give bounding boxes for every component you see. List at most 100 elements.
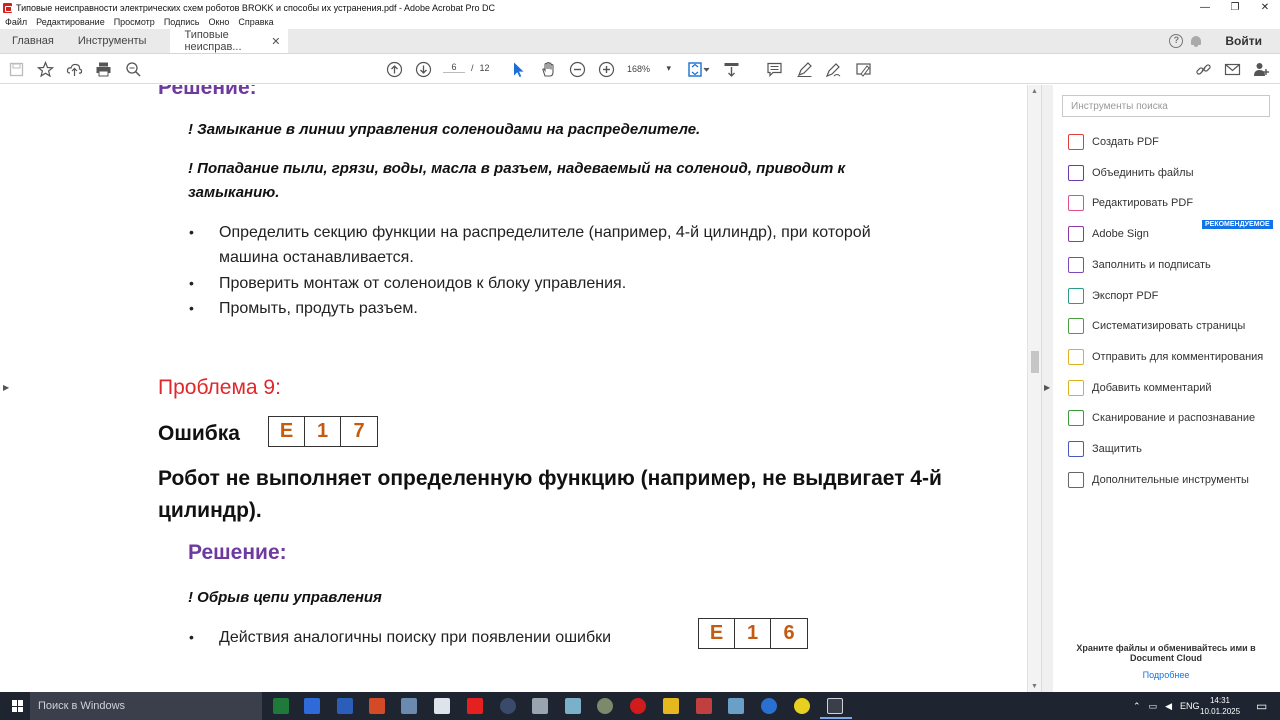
- system-tray: ⌃ ▭ ◀ ENG: [1133, 692, 1200, 720]
- error-label: Ошибка: [158, 422, 240, 445]
- taskbar-clock[interactable]: 14:31 10.01.2025: [1200, 695, 1240, 717]
- tray-expand-icon[interactable]: ⌃: [1133, 701, 1141, 712]
- previous-page-icon[interactable]: [386, 61, 403, 78]
- tool-organize-pages[interactable]: Систематизировать страницы: [1068, 316, 1245, 336]
- tool-send-for-comments[interactable]: Отправить для комментирования: [1068, 347, 1263, 367]
- settings-app-icon[interactable]: [532, 698, 548, 714]
- comment-icon[interactable]: [766, 61, 783, 78]
- cause-text: ! Попадание пыли, грязи, воды, масла в р…: [188, 160, 846, 177]
- save-icon[interactable]: [8, 61, 25, 78]
- network-app-icon[interactable]: [401, 698, 417, 714]
- yandex-browser-app-icon[interactable]: [794, 698, 810, 714]
- next-page-icon[interactable]: [415, 61, 432, 78]
- left-panel-toggle[interactable]: ▶: [0, 85, 12, 692]
- notepad-app-icon[interactable]: [434, 698, 450, 714]
- camera-app-icon[interactable]: [500, 698, 516, 714]
- find-magnifier-icon[interactable]: [125, 61, 142, 78]
- list-item: • Действия аналогичны поиску при появлен…: [187, 625, 611, 650]
- learn-more-link[interactable]: Подробнее: [1075, 670, 1257, 680]
- scroll-down-arrow-icon[interactable]: ▼: [1031, 683, 1038, 690]
- upload-cloud-icon[interactable]: [66, 61, 83, 78]
- tool-add-comment[interactable]: Добавить комментарий: [1068, 378, 1211, 398]
- tab-document[interactable]: Типовые неисправ... ✕: [170, 29, 289, 53]
- menu-window[interactable]: Окно: [208, 17, 229, 27]
- error-code-char: 6: [783, 622, 795, 644]
- fit-page-icon[interactable]: [687, 61, 711, 78]
- edit-pdf-icon: [1068, 195, 1084, 212]
- windows-start-icon[interactable]: [12, 700, 24, 712]
- sign-in-button[interactable]: Войти: [1225, 34, 1262, 48]
- app-icon[interactable]: [565, 698, 581, 714]
- document-viewer[interactable]: ▶ Решение: ! Замыкание в линии управлени…: [0, 85, 1041, 692]
- tool-edit-pdf[interactable]: Редактировать PDF: [1068, 193, 1193, 213]
- email-icon[interactable]: [1224, 61, 1241, 78]
- fill-sign-icon[interactable]: [855, 61, 872, 78]
- hand-pan-icon[interactable]: [540, 61, 557, 78]
- tab-tools[interactable]: Инструменты: [66, 29, 159, 53]
- tool-create-pdf[interactable]: Создать PDF: [1068, 132, 1159, 152]
- menu-view[interactable]: Просмотр: [114, 17, 155, 27]
- highlight-pen-icon[interactable]: [796, 61, 813, 78]
- tools-search-input[interactable]: Инструменты поиска: [1062, 95, 1270, 117]
- menu-help[interactable]: Справка: [238, 17, 273, 27]
- scroll-up-arrow-icon[interactable]: ▲: [1031, 88, 1038, 95]
- tool-label: Дополнительные инструменты: [1092, 473, 1249, 486]
- volume-icon[interactable]: ◀: [1165, 701, 1172, 712]
- powerpoint-app-icon[interactable]: [369, 698, 385, 714]
- file-explorer-app-icon[interactable]: [663, 698, 679, 714]
- send-for-comments-icon: [1068, 348, 1084, 365]
- taskbar-search-input[interactable]: Поиск в Windows: [30, 692, 262, 720]
- menu-edit[interactable]: Редактирование: [36, 17, 105, 27]
- close-window-button[interactable]: ✕: [1250, 0, 1280, 15]
- select-cursor-icon[interactable]: [510, 61, 527, 78]
- list-item: • Промыть, продуть разъем.: [187, 296, 418, 321]
- notifications-bell-icon[interactable]: [1191, 35, 1202, 47]
- scroll-mode-icon[interactable]: [723, 61, 740, 78]
- scrollbar-thumb[interactable]: [1031, 351, 1039, 373]
- zoom-out-icon[interactable]: [569, 61, 586, 78]
- help-icon[interactable]: ?: [1169, 34, 1184, 48]
- yandex-app-icon[interactable]: [467, 698, 483, 714]
- notifications-icon[interactable]: ▭: [1256, 692, 1267, 720]
- collapse-right-arrow-icon[interactable]: ▶: [1044, 383, 1050, 392]
- excel-app-icon[interactable]: [273, 698, 289, 714]
- tool-label: Защитить: [1092, 443, 1142, 455]
- minimize-button[interactable]: —: [1190, 0, 1220, 15]
- vertical-scrollbar[interactable]: ▲ ▼: [1027, 85, 1041, 692]
- close-tab-icon[interactable]: ✕: [271, 35, 280, 48]
- page-number-input[interactable]: 6: [443, 62, 465, 73]
- zoom-level-select[interactable]: 168% ▾: [627, 63, 671, 74]
- chrome-app-icon[interactable]: [761, 698, 777, 714]
- app-icon[interactable]: [696, 698, 712, 714]
- maximize-button[interactable]: ❐: [1220, 0, 1250, 15]
- acrobat-taskbar-icon[interactable]: [820, 698, 852, 719]
- bookmark-star-icon[interactable]: [37, 61, 54, 78]
- tool-protect[interactable]: Защитить: [1068, 439, 1142, 459]
- language-indicator[interactable]: ENG: [1180, 701, 1200, 711]
- tool-export-pdf[interactable]: Экспорт PDF: [1068, 286, 1158, 306]
- tool-combine-files[interactable]: Объединить файлы: [1068, 163, 1194, 183]
- menu-file[interactable]: Файл: [5, 17, 27, 27]
- network-icon[interactable]: ▭: [1149, 701, 1158, 712]
- tool-scan-ocr[interactable]: Сканирование и распознавание: [1068, 408, 1255, 428]
- windows-taskbar: Поиск в Windows ⌃ ▭ ◀ ENG 14:31 10.01.20…: [0, 692, 1280, 720]
- share-link-icon[interactable]: [1195, 61, 1212, 78]
- tab-home[interactable]: Главная: [0, 29, 66, 53]
- app-icon[interactable]: [728, 698, 744, 714]
- outlook-app-icon[interactable]: [304, 698, 320, 714]
- zoom-in-icon[interactable]: [598, 61, 615, 78]
- word-app-icon[interactable]: [337, 698, 353, 714]
- tool-fill-sign[interactable]: Заполнить и подписать: [1068, 255, 1211, 275]
- opera-app-icon[interactable]: [630, 698, 646, 714]
- tool-adobe-sign[interactable]: Adobe Sign: [1068, 224, 1149, 244]
- menu-sign[interactable]: Подпись: [164, 17, 200, 27]
- tool-label: Adobe Sign: [1092, 228, 1149, 241]
- tool-more-tools[interactable]: Дополнительные инструменты: [1068, 470, 1249, 490]
- list-item-text: Промыть, продуть разъем.: [219, 300, 418, 317]
- sign-pen-icon[interactable]: [825, 61, 842, 78]
- app-icon[interactable]: [597, 698, 613, 714]
- right-panel-toggle[interactable]: ▶: [1041, 85, 1053, 692]
- print-icon[interactable]: [95, 61, 112, 78]
- add-user-icon[interactable]: [1253, 61, 1270, 78]
- expand-left-arrow-icon[interactable]: ▶: [3, 383, 9, 392]
